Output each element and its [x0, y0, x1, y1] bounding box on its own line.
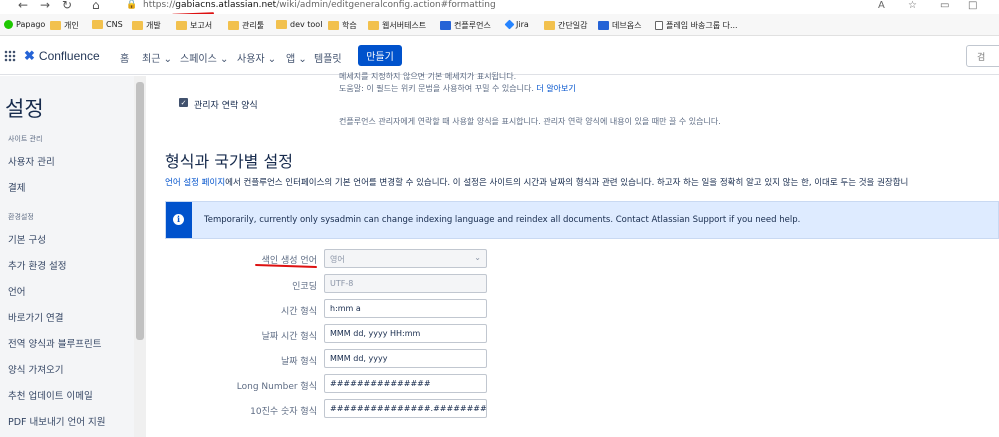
admin-contact-checkbox[interactable]: ✓ [179, 98, 188, 107]
datetime-format-input[interactable]: MMM dd, yyyy HH:mm [324, 324, 487, 343]
folder-icon [132, 21, 143, 30]
search-input[interactable]: 검 [966, 45, 999, 67]
default-message-note: 메세지를 지정하지 않으면 기본 메세지가 표시됩니다. [339, 72, 517, 81]
papago-icon [4, 20, 13, 29]
long-number-format-label: Long Number 형식 [236, 382, 317, 392]
sidebar-item-billing[interactable]: 결제 [8, 180, 25, 194]
sidebar-section-site-admin: 사이트 관리 [8, 135, 43, 143]
admin-contact-label: 관리자 연락 양식 [194, 101, 258, 111]
chevron-down-icon: ⌄ [267, 54, 277, 65]
profile-icon[interactable]: □ [968, 0, 977, 11]
lock-icon: 🔒 [126, 0, 138, 10]
wiki-markup-help: 도움말: 이 필드는 위키 문법을 사용하여 꾸밀 수 있습니다. 더 알아보기 [339, 84, 576, 93]
settings-sidebar: 설정 사이트 관리 사용자 관리 결제 환경설정 기본 구성 추가 환경 설정 … [0, 76, 146, 437]
time-format-label: 시간 형식 [281, 307, 317, 317]
nav-templates[interactable]: 템플릿 [314, 50, 342, 65]
learn-more-link[interactable]: 더 알아보기 [536, 84, 575, 93]
bookmark-devops[interactable]: 데브옵스 [598, 20, 641, 31]
sidebar-item-further-config[interactable]: 추가 환경 설정 [8, 258, 66, 272]
confluence-header: ✖ Confluence 홈 최근 ⌄ 스페이스 ⌄ 사용자 ⌄ 앱 ⌄ 템플릿 … [0, 37, 999, 75]
bookmarks-bar: Papago 개인 CNS 개발 보고서 관리툴 dev tool 학습 웹서버… [0, 14, 999, 36]
info-message-text: Temporarily, currently only sysadmin can… [204, 215, 801, 225]
bookmark-confluence[interactable]: 컨플루언스 [440, 20, 491, 31]
sidebar-item-import-templates[interactable]: 양식 가져오기 [8, 362, 63, 376]
jira-icon [504, 19, 515, 30]
favorite-icon[interactable]: ☆ [908, 0, 917, 11]
folder-icon [92, 20, 103, 29]
sidebar-title: 설정 [5, 97, 44, 121]
sidebar-item-recommended-updates[interactable]: 추천 업데이트 이메일 [8, 388, 93, 402]
browser-address-bar: ← → ↻ ⌂ 🔒 https://gabiacns.atlassian.net… [0, 0, 999, 14]
folder-icon [276, 20, 287, 29]
bookmark-admin-tool[interactable]: 관리툴 [228, 20, 264, 31]
folder-icon [544, 21, 555, 30]
chevron-down-icon: ⌄ [163, 54, 172, 65]
folder-icon [228, 21, 239, 30]
bookmark-cns[interactable]: CNS [92, 20, 123, 29]
back-icon[interactable]: ← [18, 0, 28, 12]
date-format-label: 날짜 형식 [281, 357, 317, 367]
folder-icon [176, 21, 187, 30]
sidebar-section-preferences: 환경설정 [8, 213, 34, 221]
date-format-input[interactable]: MMM dd, yyyy [324, 349, 487, 368]
encoding-label: 인코딩 [292, 282, 317, 292]
bookmark-report[interactable]: 보고서 [176, 20, 212, 31]
read-aloud-icon[interactable]: A [878, 0, 885, 11]
bookmark-papago[interactable]: Papago [4, 20, 45, 29]
bookmark-study[interactable]: 학습 [328, 20, 357, 31]
chevron-down-icon: ⌄ [220, 54, 229, 65]
page-icon [655, 21, 663, 30]
chevron-down-icon: ⌄ [474, 253, 481, 262]
bookmark-flame[interactable]: 플레임 바송그룹 다... [655, 20, 738, 31]
info-icon: i [173, 214, 184, 225]
bookmark-personal[interactable]: 개인 [50, 20, 79, 31]
bookmark-dev-tool[interactable]: dev tool [276, 20, 322, 29]
nav-spaces[interactable]: 스페이스 ⌄ [180, 50, 228, 65]
index-language-select[interactable]: 영어 ⌄ [324, 249, 487, 268]
nav-people[interactable]: 사용자 ⌄ [237, 50, 276, 65]
folder-icon [368, 21, 379, 30]
section-title: 형식과 국가별 설정 [165, 152, 293, 171]
index-language-label: 색인 생성 언어 [261, 256, 317, 266]
nav-recent[interactable]: 최근 ⌄ [142, 50, 172, 65]
sidebar-item-general-config[interactable]: 기본 구성 [8, 232, 46, 246]
app-switcher-icon[interactable] [4, 50, 16, 62]
bookmark-dev[interactable]: 개발 [132, 20, 161, 31]
decimal-format-input[interactable]: ###############.########## [324, 399, 487, 418]
home-icon[interactable]: ⌂ [92, 0, 100, 12]
nav-home[interactable]: 홈 [120, 50, 129, 65]
url-text[interactable]: https://gabiacns.atlassian.net/wiki/admi… [143, 0, 496, 10]
sidebar-scrollbar-thumb[interactable] [136, 82, 144, 340]
long-number-format-input[interactable]: ############### [324, 374, 487, 393]
confluence-icon [440, 21, 451, 30]
folder-icon [328, 21, 339, 30]
bookmark-jira[interactable]: Jira [504, 19, 529, 30]
datetime-format-label: 날짜 시간 형식 [261, 332, 317, 342]
admin-contact-description: 컨플루언스 관리자에게 연락할 때 사용할 양식을 표시합니다. 관리자 연락 … [339, 117, 721, 126]
time-format-input[interactable]: h:mm a [324, 299, 487, 318]
section-description: 언어 설정 페이지에서 컨플루언스 인터페이스의 기본 언어를 변경할 수 있습… [165, 178, 909, 188]
confluence-logo-icon: ✖ [24, 48, 35, 63]
encoding-field: UTF-8 [324, 274, 487, 293]
folder-icon [50, 21, 61, 30]
forward-icon[interactable]: → [40, 0, 50, 12]
extension-icon[interactable]: ▭ [940, 0, 949, 11]
info-bar: i [166, 202, 192, 238]
confluence-logo[interactable]: ✖ Confluence [24, 48, 100, 64]
language-settings-link[interactable]: 언어 설정 페이지 [165, 178, 225, 188]
decimal-format-label: 10진수 숫자 형식 [250, 407, 317, 417]
sidebar-item-user-management[interactable]: 사용자 관리 [8, 154, 55, 168]
sidebar-item-shortcut-links[interactable]: 바로가기 연결 [8, 310, 63, 324]
sidebar-item-languages[interactable]: 언어 [8, 284, 25, 298]
chevron-down-icon: ⌄ [298, 54, 307, 65]
info-message: i Temporarily, currently only sysadmin c… [165, 201, 999, 239]
sidebar-item-pdf-export-fonts[interactable]: PDF 내보내기 언어 지원 [8, 414, 106, 428]
reload-icon[interactable]: ↻ [62, 0, 72, 12]
nav-apps[interactable]: 앱 ⌄ [286, 50, 307, 65]
confluence-icon [598, 21, 609, 30]
bookmark-simple-task[interactable]: 간단일감 [544, 20, 587, 31]
create-button[interactable]: 만들기 [358, 45, 402, 66]
sidebar-item-global-templates[interactable]: 전역 양식과 블루프린트 [8, 336, 101, 350]
bookmark-webserver-test[interactable]: 웹서버테스트 [368, 20, 426, 31]
